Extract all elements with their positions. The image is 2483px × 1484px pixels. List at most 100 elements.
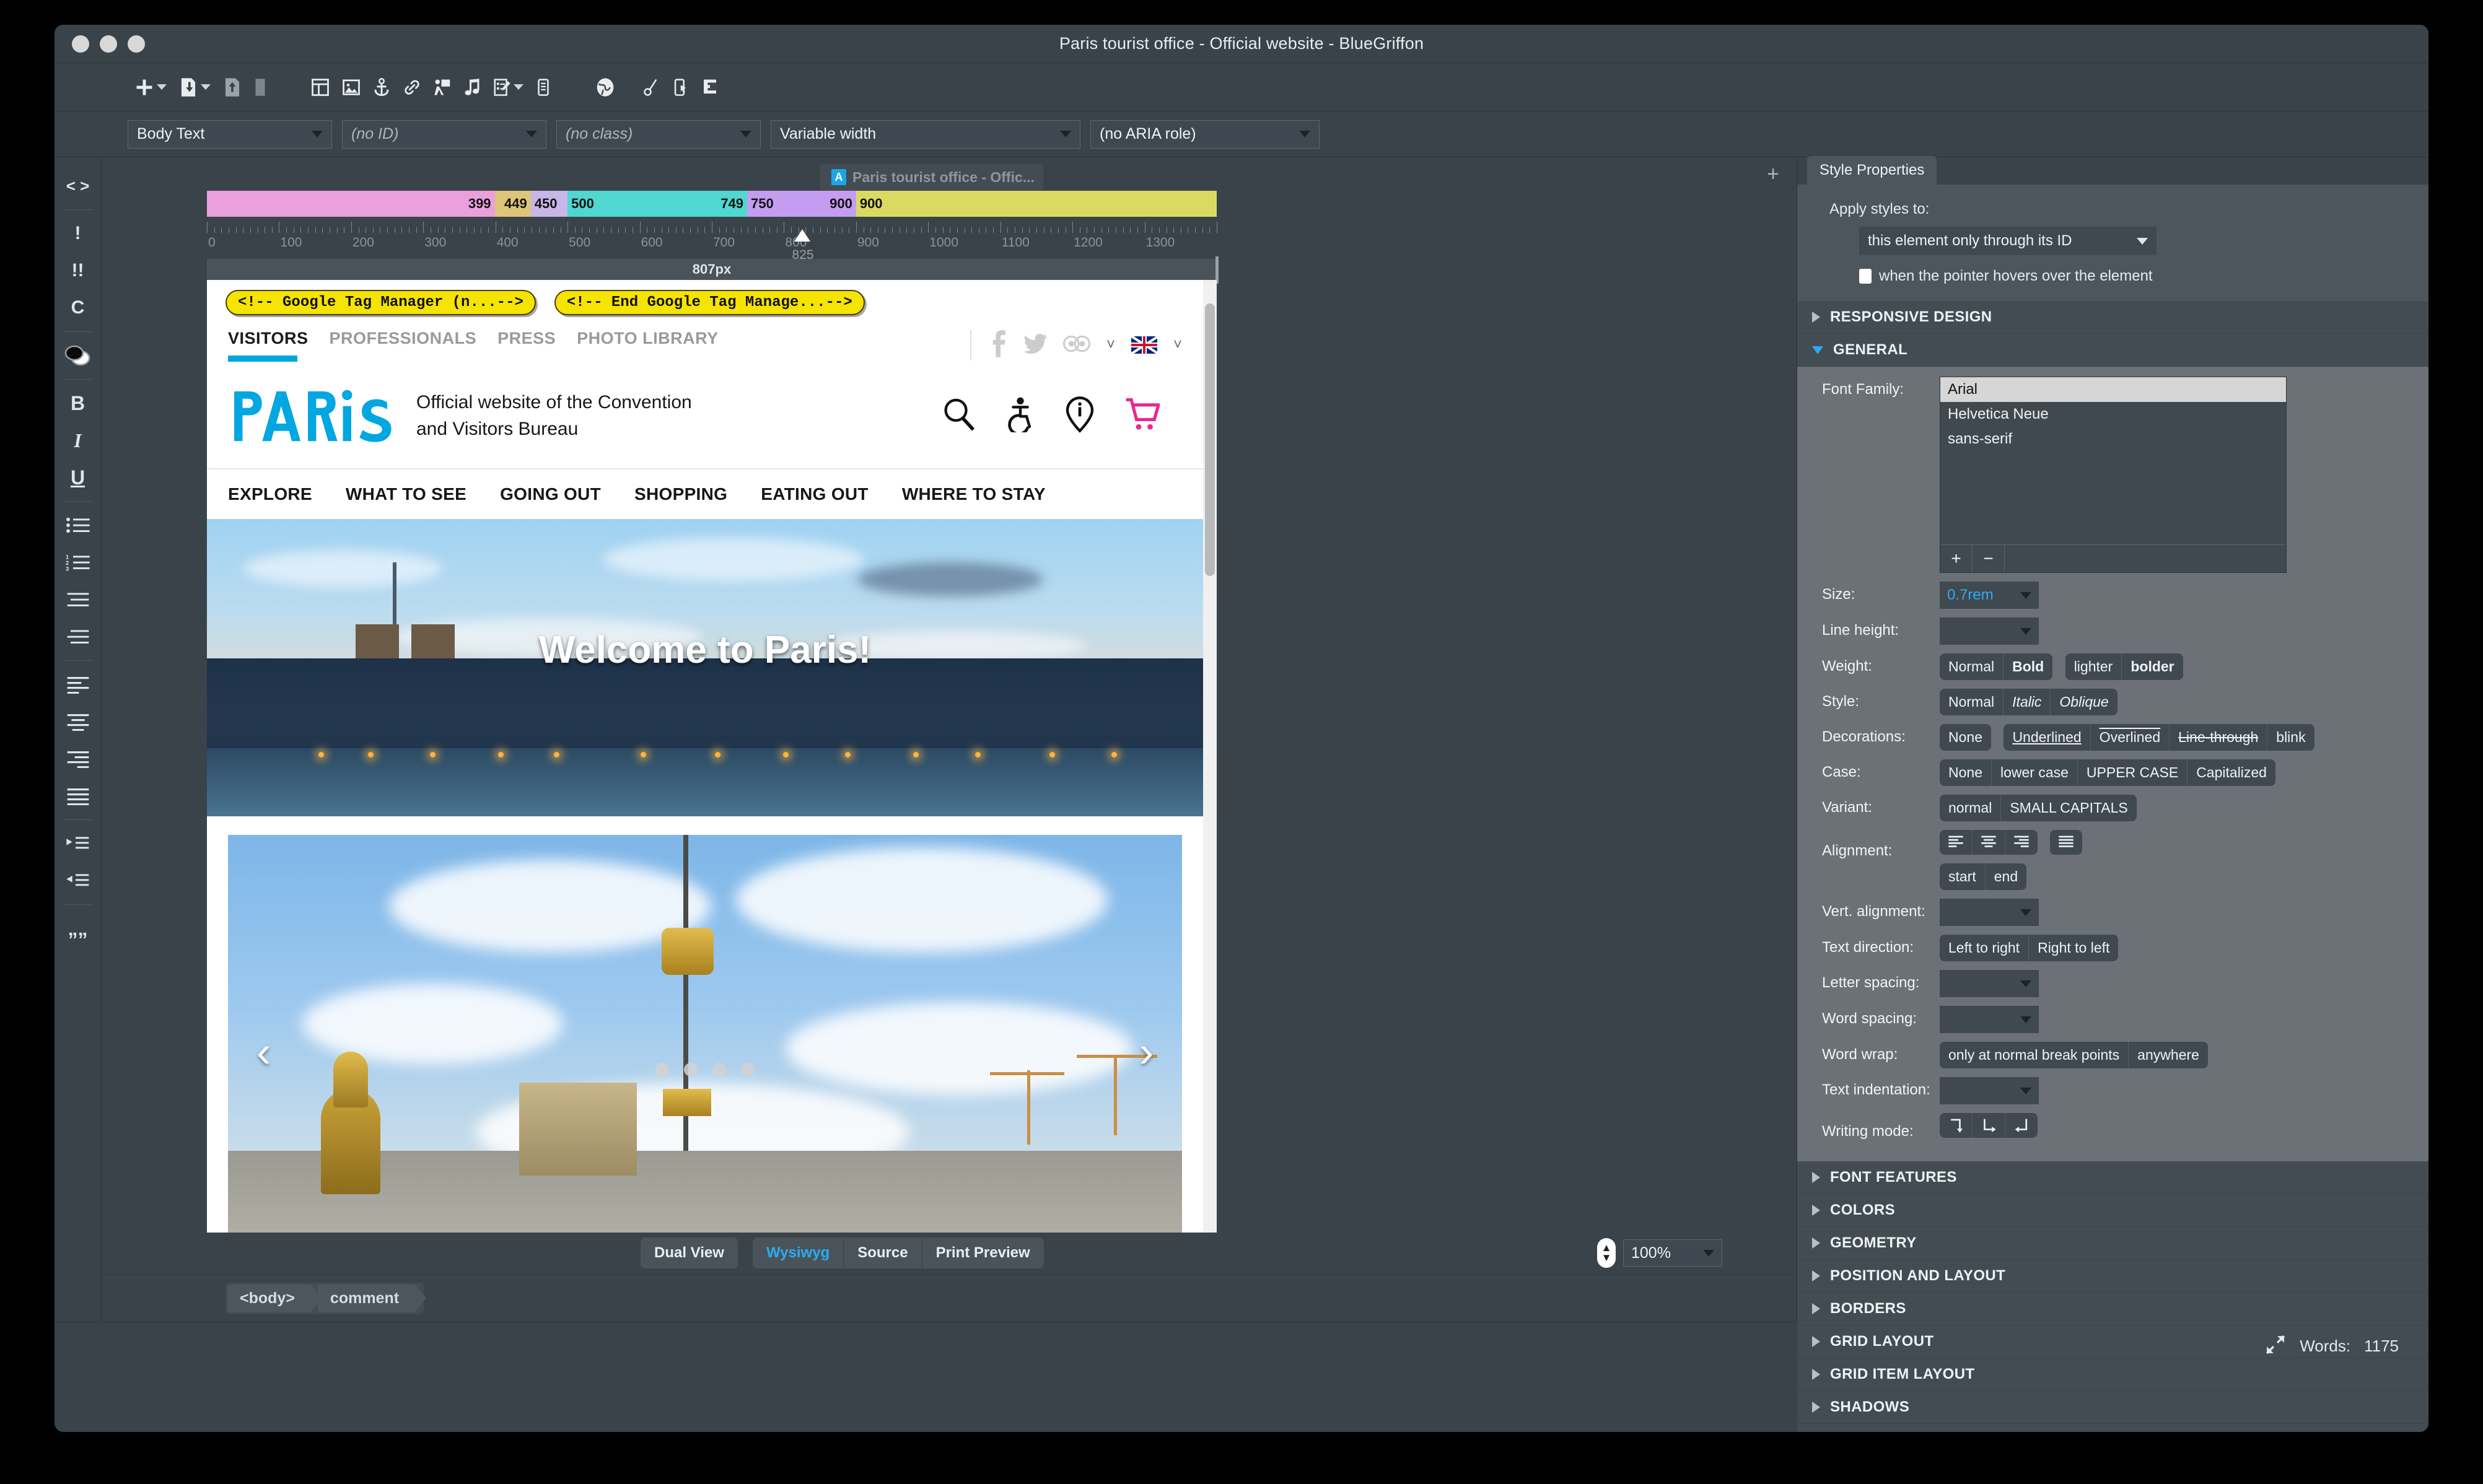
nav-item-shopping[interactable]: SHOPPING — [634, 469, 746, 519]
chevron-down-icon[interactable] — [526, 131, 537, 137]
facebook-icon[interactable] — [990, 330, 1007, 360]
chevron-down-icon[interactable] — [2020, 628, 2031, 635]
tripadvisor-icon[interactable] — [1063, 334, 1090, 356]
weight-lighter-button[interactable]: lighter — [2065, 653, 2122, 680]
document-tab[interactable]: A Paris tourist office - Offic... — [820, 164, 1043, 191]
style-normal-button[interactable]: Normal — [1940, 689, 2003, 715]
chevron-down-icon[interactable] — [157, 84, 167, 90]
hover-state-checkbox[interactable] — [1859, 269, 1872, 284]
utility-tab-professionals[interactable]: PROFESSIONALS — [330, 329, 477, 348]
important-button[interactable]: ! — [61, 216, 95, 251]
chevron-down-icon[interactable] — [2137, 238, 2148, 245]
width-select[interactable]: Variable width — [771, 120, 1080, 149]
section-responsive-design[interactable]: RESPONSIVE DESIGN — [1797, 301, 2428, 334]
word-wrap-normal-button[interactable]: only at normal break points — [1940, 1042, 2129, 1068]
style-class-select[interactable]: Body Text — [128, 120, 332, 149]
definition-desc-button[interactable] — [61, 619, 95, 654]
nav-item-going-out[interactable]: GOING OUT — [500, 469, 620, 519]
section-borders[interactable]: BORDERS — [1797, 1293, 2428, 1325]
media-query-ruler[interactable]: 399449450500749750900900 — [207, 191, 1778, 215]
utility-tab-press[interactable]: PRESS — [497, 329, 556, 348]
align-center-icon[interactable] — [1973, 830, 2005, 855]
media-query-segment[interactable]: 750900 — [747, 191, 856, 217]
chevron-right-icon[interactable] — [1812, 1172, 1820, 1183]
section-position-and-layout[interactable]: POSITION AND LAYOUT — [1797, 1260, 2428, 1293]
case-none-button[interactable]: None — [1940, 759, 1992, 786]
font-family-item-arial[interactable]: Arial — [1940, 377, 2286, 402]
weight-normal-button[interactable]: Normal — [1940, 653, 2003, 680]
add-font-button[interactable]: + — [1940, 545, 1973, 572]
word-spacing-select[interactable] — [1940, 1006, 2039, 1033]
media-query-segment[interactable]: 449 — [495, 191, 531, 217]
page-scrollbar[interactable] — [1203, 280, 1217, 1233]
dual-view-button[interactable]: Dual View — [641, 1237, 738, 1268]
variant-normal-button[interactable]: normal — [1940, 795, 2001, 821]
align-start-button[interactable]: start — [1940, 863, 1986, 890]
image-carousel[interactable]: ‹ › — [228, 835, 1182, 1233]
color-swatch-button[interactable] — [61, 338, 95, 373]
chevron-down-icon[interactable] — [1299, 131, 1310, 137]
decoration-overlined-button[interactable]: Overlined — [2091, 724, 2170, 751]
wysiwyg-mode-button[interactable]: Wysiwyg — [753, 1237, 843, 1268]
section-image[interactable]: IMAGE — [1797, 1424, 2428, 1432]
chevron-down-icon[interactable] — [312, 131, 323, 137]
nav-item-eating-out[interactable]: EATING OUT — [761, 469, 887, 519]
gtm-comment-chip[interactable]: <!-- Google Tag Manager (n...--> — [226, 290, 536, 315]
font-family-item-helvetica-neue[interactable]: Helvetica Neue — [1940, 402, 2286, 427]
vert-alignment-select[interactable] — [1940, 899, 2039, 926]
source-tag-button[interactable]: < > — [61, 168, 95, 203]
weight-bolder-button[interactable]: bolder — [2122, 653, 2183, 680]
media-query-segment[interactable]: 399 — [207, 191, 495, 217]
bold-button[interactable]: B — [61, 386, 95, 421]
insert-field-button[interactable] — [530, 69, 557, 105]
section-colors[interactable]: COLORS — [1797, 1194, 2428, 1227]
stop-button[interactable] — [248, 69, 273, 105]
text-direction-ltr-button[interactable]: Left to right — [1940, 935, 2029, 961]
decoration-none-button[interactable]: None — [1940, 724, 1991, 751]
chevron-right-icon[interactable] — [1812, 1237, 1820, 1249]
chevron-down-icon[interactable] — [2020, 592, 2031, 599]
chevron-down-icon[interactable] — [2020, 980, 2031, 987]
writing-horizontal-tb-icon[interactable] — [1973, 1113, 2005, 1138]
decoration-underlined-button[interactable]: Underlined — [2003, 724, 2090, 751]
carousel-dot[interactable] — [712, 1063, 726, 1076]
section-general[interactable]: GENERAL — [1797, 334, 2428, 367]
chevron-down-icon[interactable] — [2020, 909, 2031, 916]
insert-audio-button[interactable] — [458, 69, 487, 105]
page-viewport[interactable]: <!-- Google Tag Manager (n...--> <!-- En… — [207, 280, 1217, 1233]
chevron-down-icon[interactable] — [2020, 1088, 2031, 1094]
font-family-list[interactable]: Arial Helvetica Neue sans-serif + − — [1940, 377, 2287, 573]
media-query-segment[interactable]: 500749 — [567, 191, 747, 217]
stepper-down-icon[interactable]: ▼ — [1601, 1253, 1612, 1263]
numbered-list-button[interactable]: 123 — [61, 545, 95, 580]
chevron-down-icon[interactable] — [740, 131, 751, 137]
nav-item-where-to-stay[interactable]: WHERE TO STAY — [902, 469, 1064, 519]
pixel-ruler[interactable]: 0100200300400500600700800900100011001200… — [207, 218, 1778, 253]
italic-button[interactable]: I — [61, 423, 95, 458]
spellcheck-button[interactable] — [637, 69, 667, 105]
style-oblique-button[interactable]: Oblique — [2051, 689, 2117, 715]
section-font-features[interactable]: FONT FEATURES — [1797, 1161, 2428, 1194]
blockquote-button[interactable]: „„ — [61, 911, 95, 946]
browse-preview-button[interactable] — [589, 69, 621, 105]
responsive-button[interactable] — [667, 69, 696, 105]
weight-bold-button[interactable]: Bold — [2003, 653, 2052, 680]
align-justify-button[interactable] — [61, 779, 95, 813]
section-geometry[interactable]: GEOMETRY — [1797, 1227, 2428, 1260]
chevron-down-icon[interactable] — [1703, 1250, 1714, 1257]
align-right-button[interactable] — [61, 741, 95, 776]
chevron-down-icon[interactable] — [1060, 131, 1071, 137]
letter-spacing-select[interactable] — [1940, 970, 2039, 997]
utility-tab-photo-library[interactable]: PHOTO LIBRARY — [577, 329, 719, 348]
media-query-segments[interactable]: 399449450500749750900900 — [207, 191, 1778, 215]
maximize-window-button[interactable] — [128, 35, 145, 53]
css3-button[interactable] — [696, 69, 724, 105]
nav-item-explore[interactable]: EXPLORE — [228, 469, 331, 519]
align-center-button[interactable] — [61, 704, 95, 739]
writing-vertical-rl-icon[interactable] — [1940, 1113, 1973, 1138]
line-height-select[interactable] — [1940, 618, 2039, 645]
section-shadows[interactable]: SHADOWS — [1797, 1391, 2428, 1424]
chevron-down-icon[interactable]: ˅ — [1106, 336, 1115, 354]
chevron-right-icon[interactable] — [1812, 312, 1820, 323]
chevron-right-icon[interactable] — [1812, 1270, 1820, 1281]
